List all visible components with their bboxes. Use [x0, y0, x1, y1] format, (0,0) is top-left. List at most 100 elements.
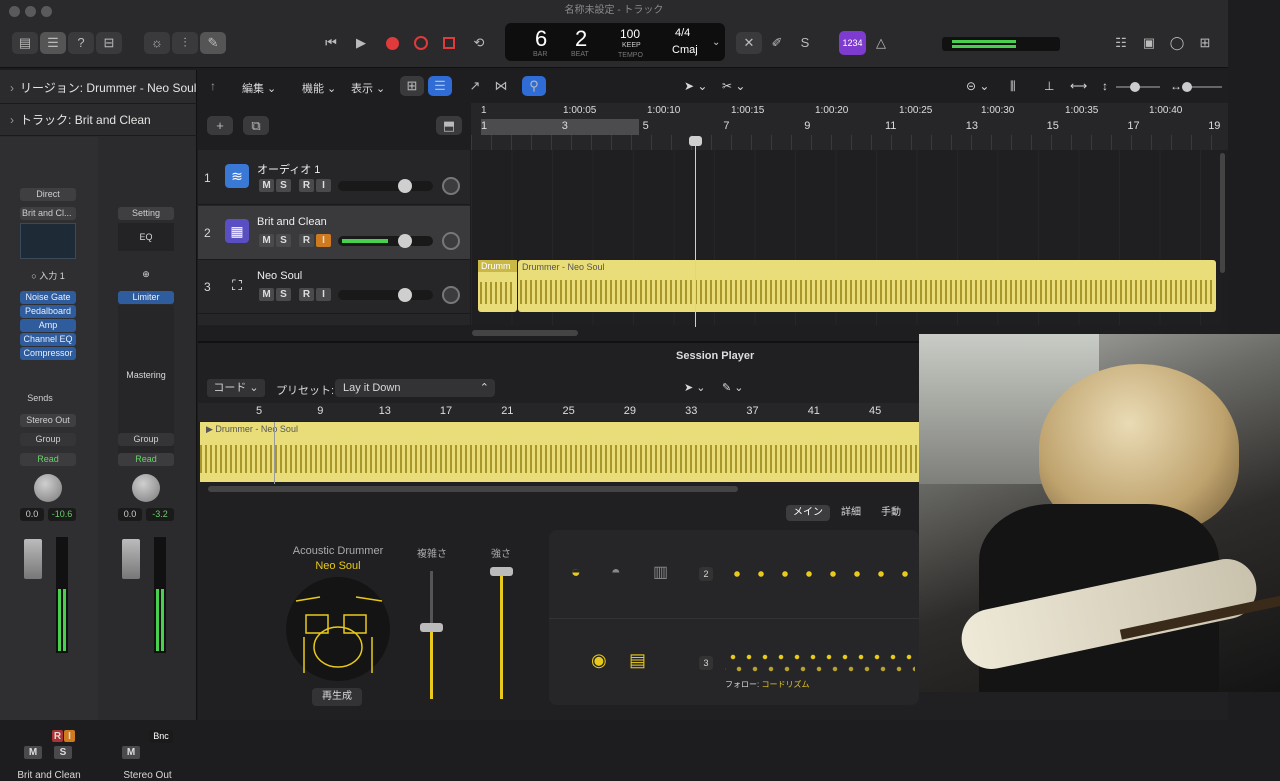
vertical-fit-icon[interactable]: ⊥ — [1044, 79, 1054, 93]
follow-control[interactable]: フォロー: コードリズム — [725, 679, 809, 690]
track-volume-fader[interactable] — [338, 179, 433, 193]
mute-button[interactable]: M — [122, 746, 140, 759]
mixer-icon[interactable]: ⫶ — [172, 32, 198, 54]
snare-drum-icon[interactable]: ▤ — [629, 650, 646, 671]
drum-kit-icon[interactable] — [286, 577, 390, 681]
volume-value[interactable]: 0.0 — [118, 508, 142, 521]
function-menu[interactable]: 機能 ⌄ — [302, 80, 336, 96]
ride-cymbal-icon[interactable]: ◓ — [611, 564, 621, 582]
toolbar-toggle-icon[interactable]: ⊟ — [96, 32, 122, 54]
snap-menu-icon[interactable]: ⊝ ⌄ — [966, 79, 989, 93]
horizontal-zoom-icon[interactable]: ↔ — [1170, 79, 1182, 93]
tab-main[interactable]: メイン — [786, 505, 830, 521]
close-window-button[interactable] — [9, 6, 20, 17]
plugin-compressor[interactable]: Compressor — [20, 347, 76, 360]
add-track-button[interactable]: + — [207, 116, 233, 135]
cymbal-icon[interactable]: ◒ — [571, 564, 581, 582]
complexity-slider[interactable] — [420, 571, 443, 699]
list-editors-icon[interactable]: ☷ — [1108, 32, 1134, 54]
mastering-label[interactable]: Mastering — [118, 370, 174, 380]
vertical-zoom-icon[interactable]: ↕ — [1102, 79, 1108, 93]
record-icon[interactable] — [386, 37, 399, 50]
editor-region[interactable]: ▶ Drummer - Neo Soul — [200, 422, 919, 482]
lcd-display[interactable]: 6 2 BAR BEAT 100 KEEP TEMPO 4/4 Cmaj ⌄ — [505, 23, 725, 61]
link-icon[interactable]: ⊕ — [118, 269, 174, 280]
region-inspector-row[interactable]: › リージョン: Drummer - Neo Soul — [0, 72, 197, 104]
track-input-monitor-button[interactable]: I — [316, 288, 331, 301]
strip-top-label[interactable]: Direct — [20, 188, 76, 201]
track-mute-button[interactable]: M — [259, 288, 274, 301]
pointer-tool-icon[interactable]: ➤ ⌄ — [684, 79, 707, 93]
inspector-icon[interactable]: ☰ — [40, 32, 66, 54]
track-solo-button[interactable]: S — [276, 233, 291, 247]
cycle-icon[interactable]: ⟲ — [466, 32, 492, 54]
track-pan-knob[interactable] — [442, 231, 460, 250]
edit-menu[interactable]: 編集 ⌄ — [242, 80, 276, 96]
track-record-button[interactable]: R — [299, 233, 314, 247]
intensity-slider[interactable] — [490, 567, 513, 699]
group-slot[interactable]: Group — [20, 433, 76, 446]
capture-recording-icon[interactable] — [443, 37, 455, 49]
library-icon[interactable]: ▤ — [12, 32, 38, 54]
record-enable-button[interactable]: R — [52, 730, 63, 742]
pattern-row-2-dots[interactable] — [725, 571, 915, 577]
input-slot[interactable]: ○ 入力 1 — [20, 269, 76, 282]
plugin-noise-gate[interactable]: Noise Gate — [20, 291, 76, 304]
setting-slot[interactable]: Setting — [118, 207, 174, 220]
mute-button[interactable]: M — [24, 746, 42, 759]
replace-record-icon[interactable] — [414, 36, 428, 50]
cycle-area[interactable] — [481, 119, 639, 135]
track-record-button[interactable]: R — [299, 179, 314, 192]
track-mute-button[interactable]: M — [259, 233, 274, 247]
track-volume-fader[interactable] — [338, 233, 433, 248]
solo-icon[interactable]: S — [792, 32, 818, 54]
strip-preset[interactable]: Brit and Cl... — [20, 207, 76, 220]
track-header[interactable]: 2 ▦ Brit and Clean M S R I — [198, 205, 470, 260]
preset-popup[interactable]: Lay it Down ⌃ — [335, 379, 495, 397]
flex-icon[interactable]: ⋈ — [489, 76, 513, 96]
scissors-tool-icon[interactable]: ✂ ⌄ — [722, 79, 745, 93]
output-slot[interactable]: Stereo Out — [20, 414, 76, 427]
play-icon[interactable]: ▶ — [348, 32, 374, 54]
automation-icon[interactable]: ↗ — [463, 76, 487, 96]
editor-scrollbar[interactable] — [208, 486, 738, 492]
catch-icon[interactable]: ⚲ — [522, 76, 546, 96]
pan-knob[interactable] — [132, 474, 160, 502]
metronome-icon[interactable]: △ — [868, 32, 894, 54]
browser-icon[interactable]: ⊞ — [1192, 32, 1218, 54]
eq-thumbnail[interactable] — [20, 223, 76, 259]
automation-read[interactable]: Read — [118, 453, 174, 466]
waveform-zoom-icon[interactable]: ⫼ — [1010, 79, 1016, 94]
track-pan-knob[interactable] — [442, 286, 460, 304]
loop-browser-icon[interactable]: ◯ — [1164, 32, 1190, 54]
tab-manual[interactable]: 手動 — [874, 505, 908, 521]
track-mute-button[interactable]: M — [259, 179, 274, 192]
horizontal-fit-icon[interactable]: ⟷ — [1070, 79, 1087, 93]
up-arrow-icon[interactable]: ↑ — [210, 79, 216, 93]
region-main[interactable]: Drummer - Neo Soul — [518, 260, 1216, 312]
plugin-channel-eq[interactable]: Channel EQ — [20, 333, 76, 346]
track-name[interactable]: Neo Soul — [257, 270, 302, 282]
track-input-monitor-button[interactable]: I — [316, 179, 331, 192]
editor-ruler[interactable]: 5 9 13 17 21 25 29 33 37 41 45 — [198, 403, 919, 421]
track-name[interactable]: Brit and Clean — [257, 216, 327, 228]
smart-controls-icon[interactable]: ☼ — [144, 32, 170, 54]
input-monitor-button[interactable]: I — [64, 730, 75, 742]
pencil-icon[interactable]: ✐ — [764, 32, 790, 54]
view-menu[interactable]: 表示 ⌄ — [351, 80, 385, 96]
playhead[interactable] — [695, 137, 696, 327]
timeline-ruler[interactable]: 1 1:00:05 1:00:10 1:00:15 1:00:20 1:00:25 1:00… — [471, 103, 1228, 150]
chevron-down-icon[interactable]: ⌄ — [712, 37, 720, 48]
tuner-icon[interactable]: ✕ — [736, 32, 762, 54]
grid-view-icon[interactable]: ⊞ — [400, 76, 424, 96]
shaker-icon[interactable]: ▥ — [653, 562, 668, 582]
pan-knob[interactable] — [34, 474, 62, 502]
kick-drum-icon[interactable]: ◉ — [591, 650, 607, 671]
track-header[interactable]: 1 ≋ オーディオ 1 MSRI — [198, 151, 470, 205]
volume-fader[interactable] — [122, 539, 140, 579]
solo-button[interactable]: S — [54, 746, 72, 759]
automation-read[interactable]: Read — [20, 453, 76, 466]
pattern-row-3a-dots[interactable] — [725, 654, 915, 660]
volume-value[interactable]: 0.0 — [20, 508, 44, 521]
track-solo-button[interactable]: S — [276, 288, 291, 301]
